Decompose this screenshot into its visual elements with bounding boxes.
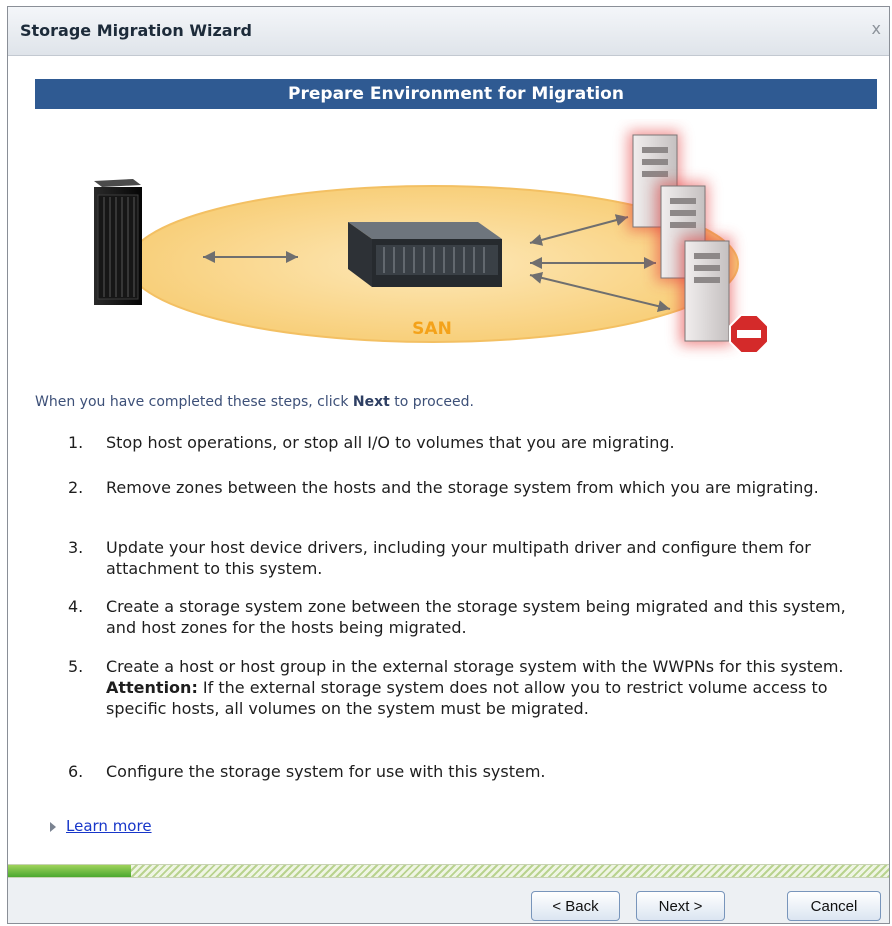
step-item: 6. Configure the storage system for use … — [56, 761, 856, 785]
next-emphasis: Next — [352, 394, 390, 410]
san-label: SAN — [412, 319, 452, 339]
intro-suffix: to proceed. — [389, 394, 474, 410]
close-icon[interactable]: x — [872, 19, 881, 38]
dialog-title: Storage Migration Wizard — [20, 21, 252, 40]
step-number: 5. — [68, 657, 84, 676]
expand-triangle-icon[interactable] — [50, 821, 56, 832]
title-bar[interactable]: Storage Migration Wizard x — [8, 7, 889, 56]
learn-more: Learn more — [50, 817, 152, 835]
stop-icon — [729, 314, 769, 354]
progress-fill — [8, 865, 132, 877]
step-item: 3. Update your host device drivers, incl… — [56, 537, 856, 596]
step-item: 2. Remove zones between the hosts and th… — [56, 477, 856, 537]
step-banner: Prepare Environment for Migration — [35, 79, 877, 109]
step-number: 2. — [68, 478, 84, 497]
step-text: Configure the storage system for use wit… — [106, 762, 546, 781]
progress-bar — [8, 864, 889, 878]
step-number: 6. — [68, 762, 84, 781]
step-item: 1. Stop host operations, or stop all I/O… — [56, 432, 856, 477]
step-item: 5. Create a host or host group in the ex… — [56, 656, 856, 761]
intro-text: When you have completed these steps, cli… — [35, 394, 353, 410]
step-text: Update your host device drivers, includi… — [106, 538, 811, 578]
host-server-icon — [680, 237, 732, 345]
step-number: 1. — [68, 433, 84, 452]
step-item: 4. Create a storage system zone between … — [56, 596, 856, 656]
step-text: Remove zones between the hosts and the s… — [106, 478, 819, 497]
next-button[interactable]: Next > — [636, 891, 725, 921]
step-text-continued: If the external storage system does not … — [106, 678, 828, 718]
server-tower-icon — [94, 179, 142, 305]
step-list: 1. Stop host operations, or stop all I/O… — [56, 432, 856, 785]
button-bar: < Back Next > Cancel — [8, 878, 889, 923]
migration-illustration: SAN — [94, 131, 769, 354]
learn-more-link[interactable]: Learn more — [66, 817, 152, 835]
step-text: Create a host or host group in the exter… — [106, 657, 844, 676]
cancel-button[interactable]: Cancel — [787, 891, 881, 921]
storage-array-icon — [348, 222, 502, 287]
wizard-dialog: Storage Migration Wizard x Prepare Envir… — [7, 6, 890, 924]
instructions-intro: When you have completed these steps, cli… — [35, 394, 474, 410]
step-number: 3. — [68, 538, 84, 557]
attention-label: Attention: — [106, 678, 198, 697]
step-text: Stop host operations, or stop all I/O to… — [106, 433, 675, 452]
back-button[interactable]: < Back — [531, 891, 620, 921]
step-number: 4. — [68, 597, 84, 616]
step-text: Create a storage system zone between the… — [106, 597, 846, 637]
